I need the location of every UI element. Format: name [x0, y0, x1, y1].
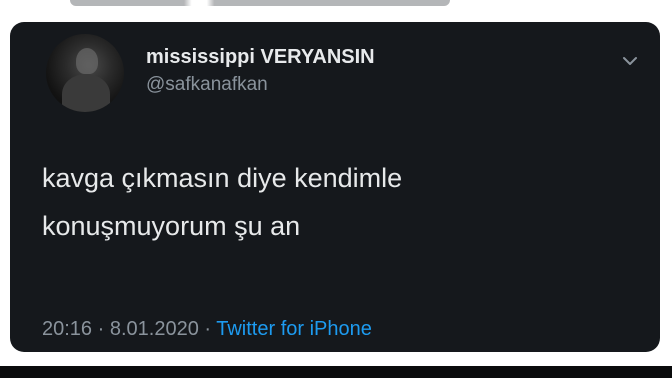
tweet-date[interactable]: 8.01.2020	[110, 318, 199, 340]
tweet-text: kavga çıkmasın diye kendimle konuşmuyoru…	[42, 154, 632, 250]
user-handle[interactable]: @safkanafkan	[146, 74, 268, 96]
avatar-figure-body	[62, 74, 110, 112]
avatar[interactable]	[46, 34, 124, 112]
blurred-text-fragment	[70, 0, 450, 6]
previous-tweet-fragment	[0, 0, 672, 22]
separator: ·	[204, 318, 217, 340]
bottom-border	[0, 366, 672, 378]
avatar-figure-head	[76, 48, 98, 74]
display-name[interactable]: mississippi VERYANSIN	[146, 46, 375, 69]
tweet-metadata: 20:16 · 8.01.2020 · Twitter for iPhone	[42, 318, 372, 341]
tweet-source-link[interactable]: Twitter for iPhone	[216, 318, 372, 340]
separator: ·	[97, 318, 110, 340]
tweet-card[interactable]: mississippi VERYANSIN @safkanafkan kavga…	[10, 22, 660, 352]
tweet-text-line: kavga çıkmasın diye kendimle	[42, 163, 403, 193]
tweet-text-line: konuşmuyorum şu an	[42, 211, 301, 241]
tweet-time[interactable]: 20:16	[42, 318, 92, 340]
chevron-down-icon[interactable]	[619, 50, 641, 72]
